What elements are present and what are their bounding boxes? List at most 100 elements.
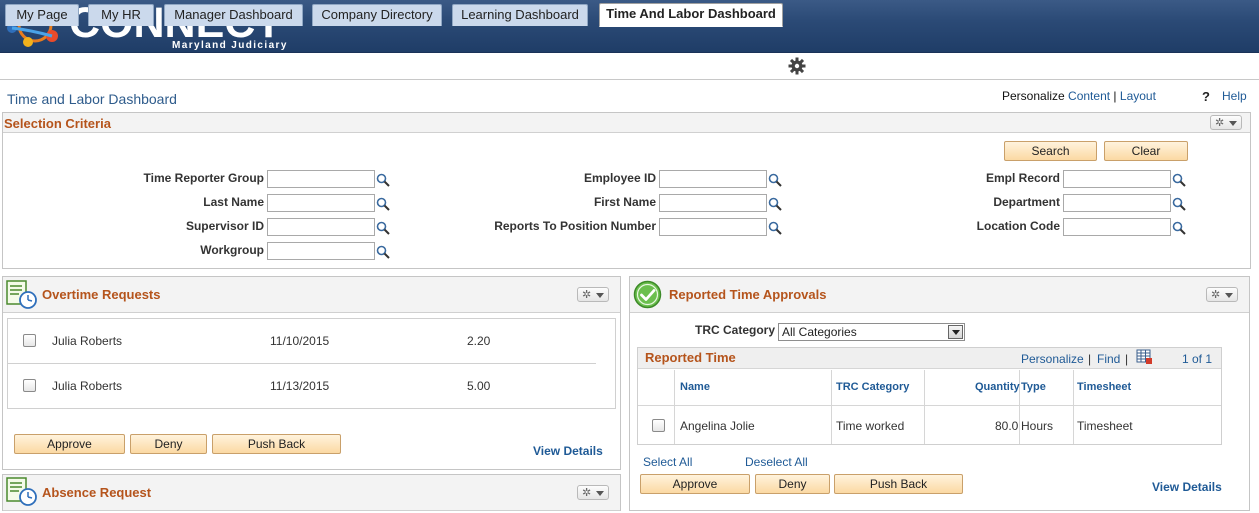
personalize-content-link[interactable]: Content bbox=[1068, 89, 1110, 103]
grid-row-count: 1 of 1 bbox=[1182, 352, 1213, 366]
column-header-type[interactable]: Type bbox=[1021, 381, 1046, 393]
gear-icon: ✲ bbox=[582, 487, 592, 499]
chevron-down-icon bbox=[1229, 121, 1237, 126]
personalize-separator: | bbox=[1113, 89, 1117, 103]
grid-find-link[interactable]: Find bbox=[1097, 352, 1120, 366]
overtime-view-details-link[interactable]: View Details bbox=[533, 444, 603, 458]
approvals-push-back-button[interactable]: Push Back bbox=[834, 474, 963, 494]
approval-timesheet-link[interactable]: Timesheet bbox=[1077, 419, 1133, 433]
overtime-hours: 2.20 bbox=[467, 334, 491, 348]
approval-row-checkbox[interactable] bbox=[652, 419, 665, 432]
tab-bar bbox=[0, 53, 1259, 80]
help-icon[interactable]: ? bbox=[1202, 89, 1210, 104]
search-icon[interactable] bbox=[376, 221, 390, 235]
column-header-quantity[interactable]: Quantity bbox=[975, 381, 1020, 393]
overtime-row-checkbox[interactable] bbox=[23, 379, 36, 392]
help-link[interactable]: Help bbox=[1222, 89, 1247, 103]
tab-learning-dashboard[interactable]: Learning Dashboard bbox=[452, 4, 588, 26]
first-name-label: First Name bbox=[593, 195, 656, 209]
column-header-trc-category[interactable]: TRC Category bbox=[836, 381, 909, 393]
search-icon[interactable] bbox=[376, 173, 390, 187]
department-label: Department bbox=[993, 195, 1060, 209]
employee-id-label: Employee ID bbox=[583, 171, 656, 185]
divider bbox=[8, 363, 596, 364]
gear-icon: ✲ bbox=[1211, 289, 1221, 301]
overtime-options-button[interactable]: ✲ bbox=[577, 287, 609, 302]
tab-company-directory[interactable]: Company Directory bbox=[312, 4, 442, 26]
department-input[interactable] bbox=[1063, 194, 1171, 212]
search-icon[interactable] bbox=[1172, 197, 1186, 211]
overtime-row-checkbox[interactable] bbox=[23, 334, 36, 347]
deselect-all-link[interactable]: Deselect All bbox=[745, 455, 808, 469]
trc-category-select[interactable]: All Categories bbox=[778, 323, 965, 341]
tab-my-page[interactable]: My Page bbox=[5, 4, 79, 26]
overtime-employee-link[interactable]: Julia Roberts bbox=[52, 334, 122, 348]
employee-id-input[interactable] bbox=[659, 170, 767, 188]
time-reporter-group-input[interactable] bbox=[267, 170, 375, 188]
search-icon[interactable] bbox=[768, 221, 782, 235]
location-code-input[interactable] bbox=[1063, 218, 1171, 236]
reports-to-position-input[interactable] bbox=[659, 218, 767, 236]
supervisor-id-input[interactable] bbox=[267, 218, 375, 236]
time-reporter-group-label: Time Reporter Group bbox=[143, 171, 264, 185]
column-header-name[interactable]: Name bbox=[680, 381, 710, 393]
approval-quantity: 80.0 bbox=[995, 419, 1019, 433]
divider bbox=[924, 370, 925, 444]
clear-button[interactable]: Clear bbox=[1104, 141, 1188, 161]
search-icon[interactable] bbox=[376, 245, 390, 259]
grid-separator: | bbox=[1125, 352, 1129, 366]
selection-criteria-header bbox=[3, 113, 1250, 133]
location-code-label: Location Code bbox=[976, 219, 1060, 233]
first-name-input[interactable] bbox=[659, 194, 767, 212]
approvals-deny-button[interactable]: Deny bbox=[755, 474, 830, 494]
gear-icon[interactable] bbox=[787, 56, 807, 76]
overtime-hours: 5.00 bbox=[467, 379, 491, 393]
search-icon[interactable] bbox=[768, 173, 782, 187]
approvals-options-button[interactable]: ✲ bbox=[1206, 287, 1238, 302]
search-icon[interactable] bbox=[376, 197, 390, 211]
search-icon[interactable] bbox=[1172, 221, 1186, 235]
personalize-label: Personalize bbox=[1002, 89, 1065, 103]
chevron-down-icon bbox=[596, 491, 604, 496]
overtime-employee-link[interactable]: Julia Roberts bbox=[52, 379, 122, 393]
workgroup-input[interactable] bbox=[267, 242, 375, 260]
search-icon[interactable] bbox=[768, 197, 782, 211]
approvals-approve-button[interactable]: Approve bbox=[640, 474, 750, 494]
overtime-push-back-button[interactable]: Push Back bbox=[212, 434, 341, 454]
trc-category-label: TRC Category bbox=[695, 323, 776, 337]
absence-request-title: Absence Request bbox=[42, 485, 152, 500]
column-header-timesheet[interactable]: Timesheet bbox=[1077, 381, 1131, 393]
last-name-label: Last Name bbox=[203, 195, 264, 209]
dropdown-arrow-icon[interactable] bbox=[948, 325, 963, 339]
selection-criteria-title: Selection Criteria bbox=[4, 116, 111, 131]
grid-view-icon[interactable] bbox=[1136, 349, 1153, 365]
brand-subtitle: Maryland Judiciary bbox=[172, 40, 288, 51]
tab-my-hr[interactable]: My HR bbox=[88, 4, 154, 26]
overtime-deny-button[interactable]: Deny bbox=[130, 434, 207, 454]
tab-manager-dashboard[interactable]: Manager Dashboard bbox=[164, 4, 303, 26]
overtime-approve-button[interactable]: Approve bbox=[14, 434, 125, 454]
absence-options-button[interactable]: ✲ bbox=[577, 485, 609, 500]
divider bbox=[674, 370, 675, 444]
selection-criteria-options-button[interactable]: ✲ bbox=[1210, 115, 1242, 130]
reports-to-position-label: Reports To Position Number bbox=[494, 219, 656, 233]
check-circle-icon bbox=[633, 280, 662, 309]
chevron-down-icon bbox=[1225, 293, 1233, 298]
gear-icon: ✲ bbox=[582, 289, 592, 301]
approval-employee-link[interactable]: Angelina Jolie bbox=[680, 419, 755, 433]
search-button[interactable]: Search bbox=[1004, 141, 1097, 161]
personalize-layout-link[interactable]: Layout bbox=[1120, 89, 1156, 103]
select-all-link[interactable]: Select All bbox=[643, 455, 692, 469]
tab-time-and-labor-dashboard[interactable]: Time And Labor Dashboard bbox=[599, 3, 783, 27]
search-icon[interactable] bbox=[1172, 173, 1186, 187]
trc-category-value: All Categories bbox=[782, 325, 857, 339]
selection-criteria-panel: Selection Criteria ✲ bbox=[2, 112, 1251, 269]
empl-record-input[interactable] bbox=[1063, 170, 1171, 188]
grid-separator: | bbox=[1088, 352, 1092, 366]
personalize-links: Personalize Content | Layout bbox=[1002, 89, 1156, 103]
grid-personalize-link[interactable]: Personalize bbox=[1021, 352, 1084, 366]
last-name-input[interactable] bbox=[267, 194, 375, 212]
approvals-view-details-link[interactable]: View Details bbox=[1152, 480, 1222, 494]
timesheet-clock-icon bbox=[6, 477, 37, 506]
supervisor-id-label: Supervisor ID bbox=[185, 219, 264, 233]
